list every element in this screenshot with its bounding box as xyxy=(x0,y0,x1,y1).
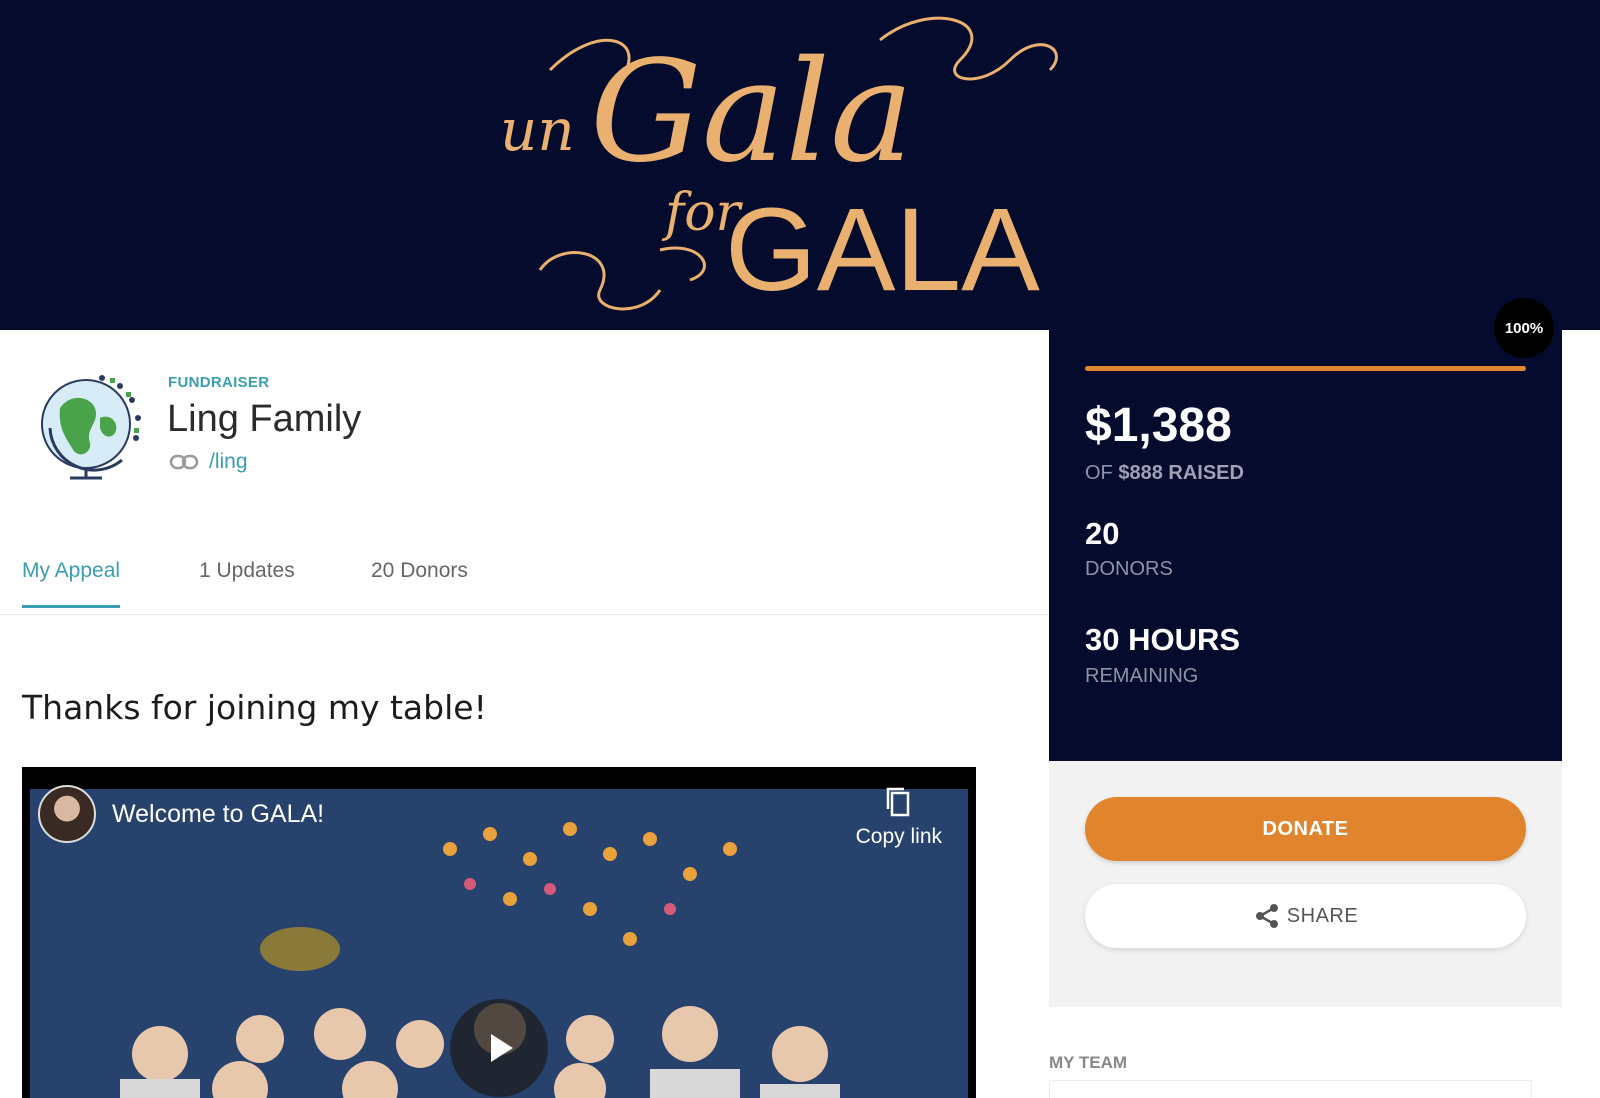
share-button[interactable]: SHARE xyxy=(1085,884,1526,948)
profile-kicker: FUNDRAISER xyxy=(168,374,270,391)
svg-text:GALA: GALA xyxy=(725,184,1040,316)
time-remaining: 30 HOURS xyxy=(1085,622,1241,657)
profile-link[interactable]: /ling xyxy=(169,450,248,474)
share-label: SHARE xyxy=(1286,904,1359,927)
goal-prefix: OF xyxy=(1085,462,1113,484)
video-player[interactable]: Welcome to GALA! Copy link xyxy=(22,767,976,1098)
tab-donors[interactable]: 20 Donors xyxy=(371,559,468,605)
copy-link-button[interactable]: Copy link xyxy=(856,785,942,849)
svg-text:un: un xyxy=(500,96,575,164)
svg-text:Gala: Gala xyxy=(590,31,914,194)
my-team-heading: MY TEAM xyxy=(1049,1053,1128,1072)
link-icon xyxy=(169,454,199,470)
copy-icon xyxy=(886,787,910,817)
globe-logo-icon xyxy=(41,375,141,480)
amount-raised: $1,388 xyxy=(1085,399,1232,452)
play-icon xyxy=(491,1034,513,1062)
copy-link-label: Copy link xyxy=(855,825,942,848)
event-logo: un Gala for GALA xyxy=(500,16,1058,316)
tab-my-appeal[interactable]: My Appeal xyxy=(22,559,121,608)
action-panel: DONATE SHARE xyxy=(1049,761,1562,1007)
donate-button[interactable]: DONATE xyxy=(1085,797,1526,861)
fundraiser-profile: FUNDRAISER Ling Family /ling xyxy=(22,360,1002,490)
profile-slug[interactable]: /ling xyxy=(209,450,248,474)
donors-count: 20 xyxy=(1085,516,1120,551)
tab-updates[interactable]: 1 Updates xyxy=(199,559,295,605)
progress-bar xyxy=(1085,366,1526,371)
share-icon xyxy=(1255,904,1278,928)
goal-amount: $888 RAISED xyxy=(1118,462,1244,484)
team-card xyxy=(1049,1080,1532,1098)
donors-label: DONORS xyxy=(1085,558,1173,580)
progress-badge: 100% xyxy=(1494,298,1554,358)
profile-name: Ling Family xyxy=(167,398,362,440)
goal-text: OF $888 RAISED xyxy=(1085,462,1244,485)
time-remaining-label: REMAINING xyxy=(1085,665,1199,687)
video-header: Welcome to GALA! Copy link xyxy=(38,785,958,848)
play-button[interactable] xyxy=(450,999,548,1097)
progress-fill xyxy=(1085,366,1526,371)
appeal-title: Thanks for joining my table! xyxy=(22,688,487,727)
campaign-stats: $1,388 OF $888 RAISED 20 DONORS 30 HOURS… xyxy=(1049,330,1562,761)
hero-banner: un Gala for GALA xyxy=(0,0,1600,330)
channel-avatar[interactable] xyxy=(38,785,96,843)
video-title[interactable]: Welcome to GALA! xyxy=(112,800,324,829)
profile-tabs: My Appeal 1 Updates 20 Donors xyxy=(0,545,1048,615)
